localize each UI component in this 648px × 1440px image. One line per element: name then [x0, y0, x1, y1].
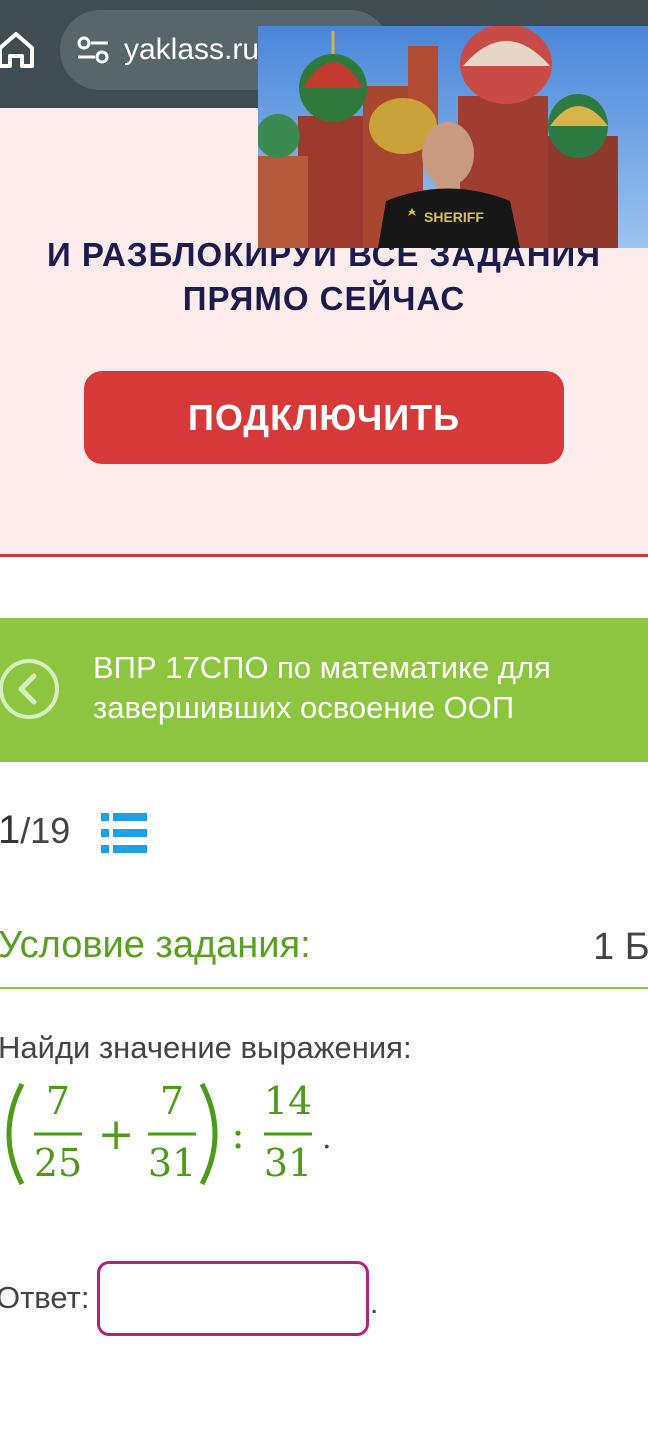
divide-operator: :	[231, 1112, 244, 1158]
fraction1-denominator: 25	[34, 1141, 82, 1185]
current-question-number: 1	[0, 808, 21, 852]
video-overlay[interactable]: SHERIFF	[258, 26, 648, 248]
promo-heading-line-2: ПРЯМО СЕЙЧАС	[182, 280, 466, 317]
chevron-left-circle-icon[interactable]	[0, 658, 60, 720]
home-icon[interactable]	[0, 26, 36, 72]
fraction3-numerator: 14	[264, 1079, 312, 1123]
site-settings-icon[interactable]	[76, 36, 110, 64]
condition-heading: Условие задания:	[0, 924, 311, 966]
answer-label: Ответ:	[0, 1280, 90, 1315]
shirt-text: SHERIFF	[424, 209, 484, 225]
video-frame-image: SHERIFF	[258, 26, 648, 248]
plus-operator: +	[98, 1109, 135, 1160]
topic-title[interactable]: ВПР 17СПО по математике для завершивших …	[93, 648, 613, 728]
question-counter: 1/19	[0, 808, 70, 853]
points-value: 1 Б.	[593, 926, 648, 968]
total-questions: /19	[20, 810, 71, 851]
math-expression: 7 25 + 7 31 : 14 31 .	[6, 1079, 332, 1186]
answer-input[interactable]	[97, 1261, 369, 1336]
expression-period: .	[322, 1121, 332, 1156]
fraction2-numerator: 7	[160, 1079, 184, 1123]
list-icon[interactable]	[101, 812, 147, 854]
fraction1-numerator: 7	[46, 1079, 70, 1123]
topic-header: ВПР 17СПО по математике для завершивших …	[0, 618, 648, 762]
answer-suffix: .	[370, 1287, 379, 1320]
task-instruction: Найди значение выражения:	[0, 1030, 412, 1065]
fraction3-denominator: 31	[264, 1141, 312, 1185]
connect-button[interactable]: ПОДКЛЮЧИТЬ	[84, 371, 564, 464]
fraction2-denominator: 31	[148, 1141, 196, 1185]
condition-divider	[0, 987, 648, 989]
url-text[interactable]: yaklass.ru	[124, 30, 259, 70]
